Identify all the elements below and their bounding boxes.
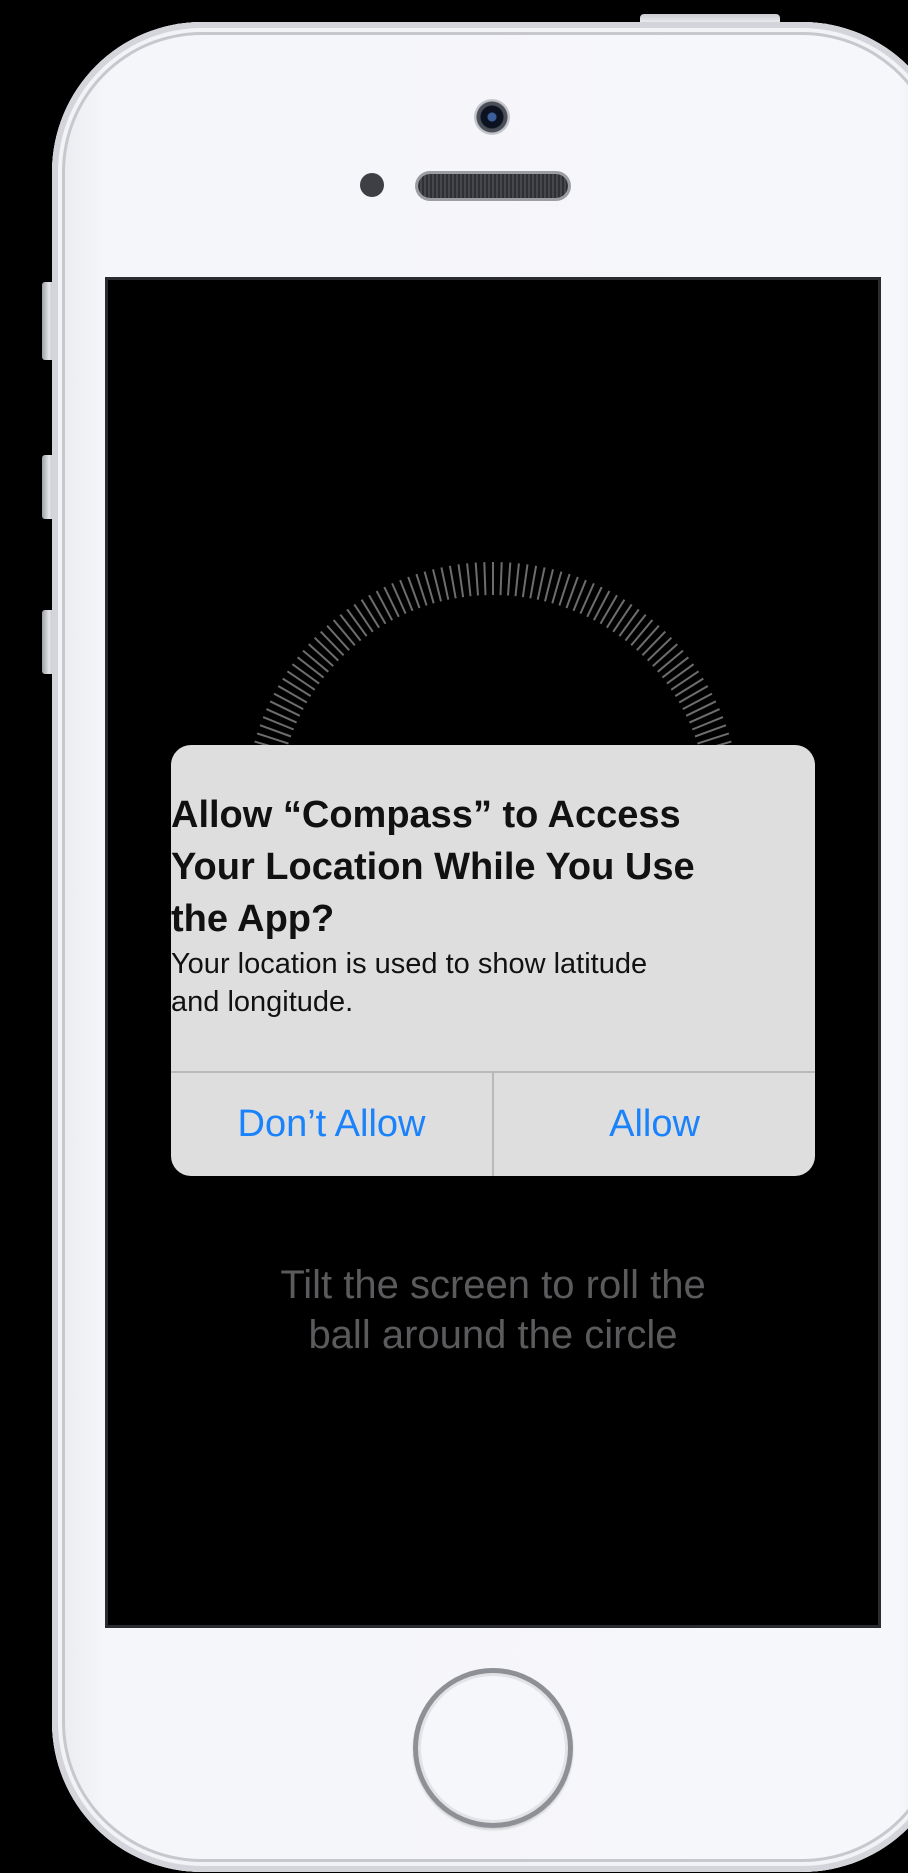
compass-tick [514,563,520,597]
compass-tick [661,656,690,679]
alert-title-line: Your Location While You Use [171,846,695,888]
compass-tick [624,613,647,642]
compass-tick [360,599,380,629]
compass-tick [277,685,308,704]
compass-tick [457,564,465,598]
compass-tick [483,562,487,596]
compass-tick [678,685,709,704]
compass-tick [313,636,339,662]
hint-line: ball around the circle [308,1313,678,1357]
compass-tick [282,677,312,697]
compass-tick [636,625,660,651]
compass-tick [647,636,673,662]
front-camera-icon [474,99,510,135]
alert-message: Your location is used to show latitude a… [171,945,815,1021]
earpiece-speaker-icon [418,174,568,198]
compass-tick [339,613,362,642]
compass-tick [273,692,304,710]
compass-tick [308,643,334,667]
compass-tick [353,603,374,633]
compass-tick [612,603,633,633]
compass-tick [448,565,457,599]
compass-tick [332,619,356,646]
compass-tick [466,563,472,597]
compass-tick [346,608,368,637]
compass-tick [544,569,554,602]
compass-tick [682,692,713,710]
compass-tick [302,649,329,673]
compass-tick [368,594,387,625]
compass-tick [296,656,325,679]
compass-tick [674,677,704,697]
alert-message-line: Your location is used to show latitude [171,948,648,980]
hint-line: Tilt the screen to roll the [280,1263,706,1307]
compass-tick [507,562,512,596]
compass-tick [326,625,350,651]
compass-tick [474,562,479,596]
dont-allow-button[interactable]: Don’t Allow [171,1073,492,1176]
compass-tick [670,670,700,691]
alert-title-line: the App? [171,898,335,940]
allow-button[interactable]: Allow [494,1073,815,1176]
compass-tick [499,562,503,596]
compass-tick [423,571,435,604]
compass-tick [599,594,618,625]
alert-title-line: Allow “Compass” to Access [171,794,681,836]
compass-tick [440,567,450,600]
compass-tick [657,649,684,673]
compass-tick [666,663,695,685]
alert-title: Allow “Compass” to Access Your Location … [171,789,815,945]
home-button[interactable] [413,1668,573,1828]
compass-tick [641,630,667,656]
tilt-instruction: Tilt the screen to roll the ball around … [108,1260,878,1360]
proximity-sensor-icon [360,173,384,197]
compass-tick [536,567,546,600]
compass-tick [291,663,320,685]
compass-tick [652,643,678,667]
alert-message-line: and longitude. [171,986,354,1018]
compass-tick [593,590,611,621]
compass-tick [432,569,442,602]
compass-tick [319,630,345,656]
compass-tick [630,619,654,646]
compass-tick [286,670,316,691]
location-permission-alert: Allow “Compass” to Access Your Location … [171,745,815,1176]
compass-tick [618,608,640,637]
compass-tick [551,571,563,604]
compass-tick [529,565,538,599]
compass-tick [606,599,626,629]
compass-tick [521,564,529,598]
compass-tick [375,590,393,621]
